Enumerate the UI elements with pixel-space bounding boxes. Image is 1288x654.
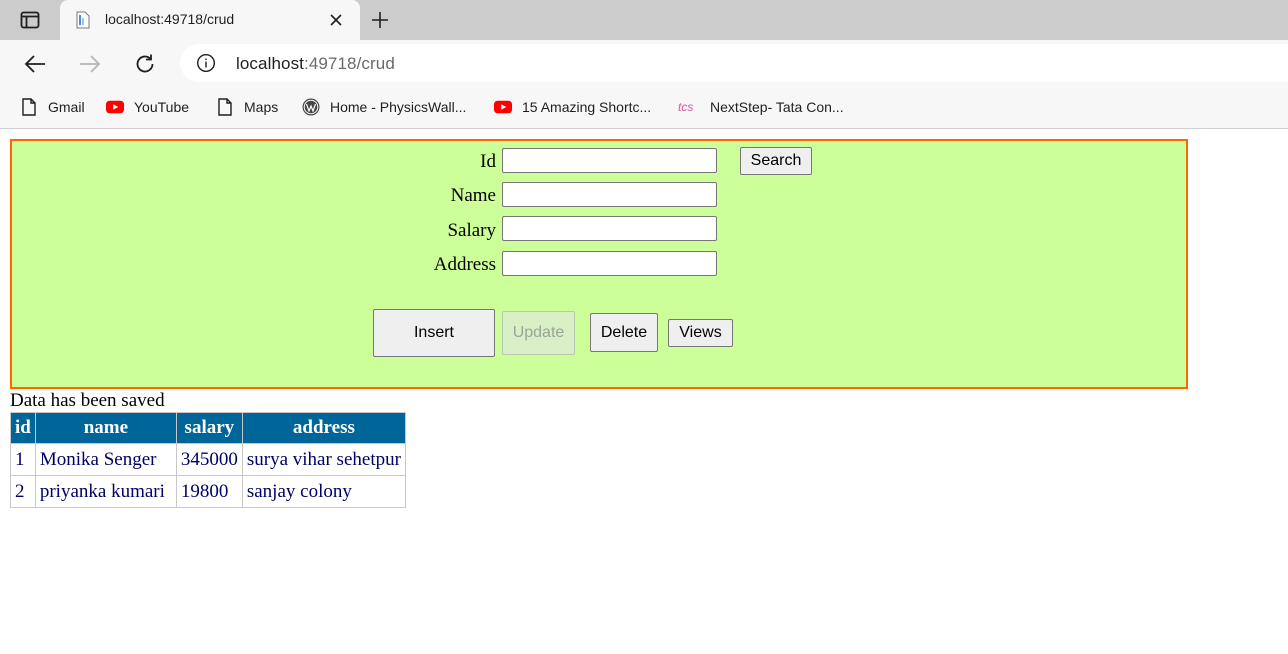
tab-actions-icon[interactable]: [14, 8, 46, 32]
cell-address: surya vihar sehetpur: [241, 443, 406, 476]
name-label: Name: [450, 185, 496, 206]
search-button[interactable]: Search: [740, 147, 812, 175]
cell-id: 2: [10, 475, 36, 508]
tab-strip: localhost:49718/crud: [0, 0, 1288, 40]
url-host: localhost: [236, 54, 304, 73]
bookmark-label: 15 Amazing Shortc...: [522, 99, 652, 115]
address-input[interactable]: [502, 251, 717, 276]
status-message: Data has been saved: [10, 390, 165, 411]
column-header-salary: salary: [175, 412, 243, 444]
browser-tab[interactable]: localhost:49718/crud: [60, 0, 360, 40]
table-row: 2 priyanka kumari 19800 sanjay colony: [10, 475, 406, 508]
back-arrow-icon[interactable]: [19, 48, 51, 80]
bookmark-label: Home - PhysicsWall...: [330, 99, 467, 115]
bookmark-gmail[interactable]: Gmail: [20, 96, 85, 118]
tcs-icon: tcs: [678, 98, 700, 116]
wordpress-icon: [302, 98, 320, 116]
bookmarks-bar: Gmail YouTube Maps Home - PhysicsWall...…: [0, 87, 1288, 129]
update-button[interactable]: Update: [502, 311, 575, 355]
page-icon: [216, 98, 234, 116]
salary-label: Salary: [447, 220, 496, 241]
new-tab-icon[interactable]: [367, 7, 393, 33]
url-text: localhost:49718/crud: [236, 54, 395, 74]
bookmark-maps[interactable]: Maps: [216, 96, 278, 118]
browser-toolbar: localhost:49718/crud: [0, 40, 1288, 87]
forward-arrow-icon[interactable]: [74, 48, 106, 80]
bookmark-label: Maps: [244, 99, 279, 115]
youtube-icon: [106, 98, 124, 116]
column-header-name: name: [34, 412, 177, 444]
bookmark-physicswallah[interactable]: Home - PhysicsWall...: [302, 96, 466, 118]
id-label: Id: [480, 151, 496, 172]
cell-id: 1: [10, 443, 36, 476]
column-header-address: address: [241, 412, 406, 444]
site-info-icon[interactable]: [196, 53, 216, 73]
page-content: Id Search Name Salary Address Insert Upd…: [0, 129, 1288, 654]
cell-name: Monika Senger: [34, 443, 177, 476]
url-path: :49718/crud: [304, 54, 395, 73]
tab-title: localhost:49718/crud: [105, 11, 235, 27]
bookmark-nextstep[interactable]: tcs NextStep- Tata Con...: [678, 96, 844, 118]
close-tab-icon[interactable]: [324, 8, 348, 32]
bookmark-label: NextStep- Tata Con...: [710, 99, 844, 115]
bookmark-label: YouTube: [134, 99, 190, 115]
salary-input[interactable]: [502, 216, 717, 241]
youtube-icon: [494, 98, 512, 116]
data-grid: id name salary address 1 Monika Senger 3…: [10, 412, 406, 508]
crud-form-panel: Id Search Name Salary Address Insert Upd…: [10, 139, 1188, 389]
cell-salary: 19800: [175, 475, 243, 508]
table-row: 1 Monika Senger 345000 surya vihar sehet…: [10, 443, 406, 476]
name-input[interactable]: [502, 182, 717, 207]
bookmark-shortcuts[interactable]: 15 Amazing Shortc...: [494, 96, 651, 118]
id-input[interactable]: [502, 148, 717, 173]
reload-icon[interactable]: [129, 48, 161, 80]
address-bar[interactable]: localhost:49718/crud: [180, 44, 1288, 82]
views-button[interactable]: Views: [668, 319, 733, 347]
table-header-row: id name salary address: [10, 412, 406, 444]
page-favicon-icon: [74, 11, 92, 29]
cell-address: sanjay colony: [241, 475, 406, 508]
svg-text:tcs: tcs: [678, 100, 693, 114]
cell-salary: 345000: [175, 443, 243, 476]
address-label: Address: [433, 254, 496, 275]
bookmark-label: Gmail: [48, 99, 85, 115]
delete-button[interactable]: Delete: [590, 313, 658, 352]
cell-name: priyanka kumari: [34, 475, 177, 508]
page-icon: [20, 98, 38, 116]
insert-button[interactable]: Insert: [373, 309, 495, 357]
column-header-id: id: [10, 412, 36, 444]
bookmark-youtube[interactable]: YouTube: [106, 96, 189, 118]
